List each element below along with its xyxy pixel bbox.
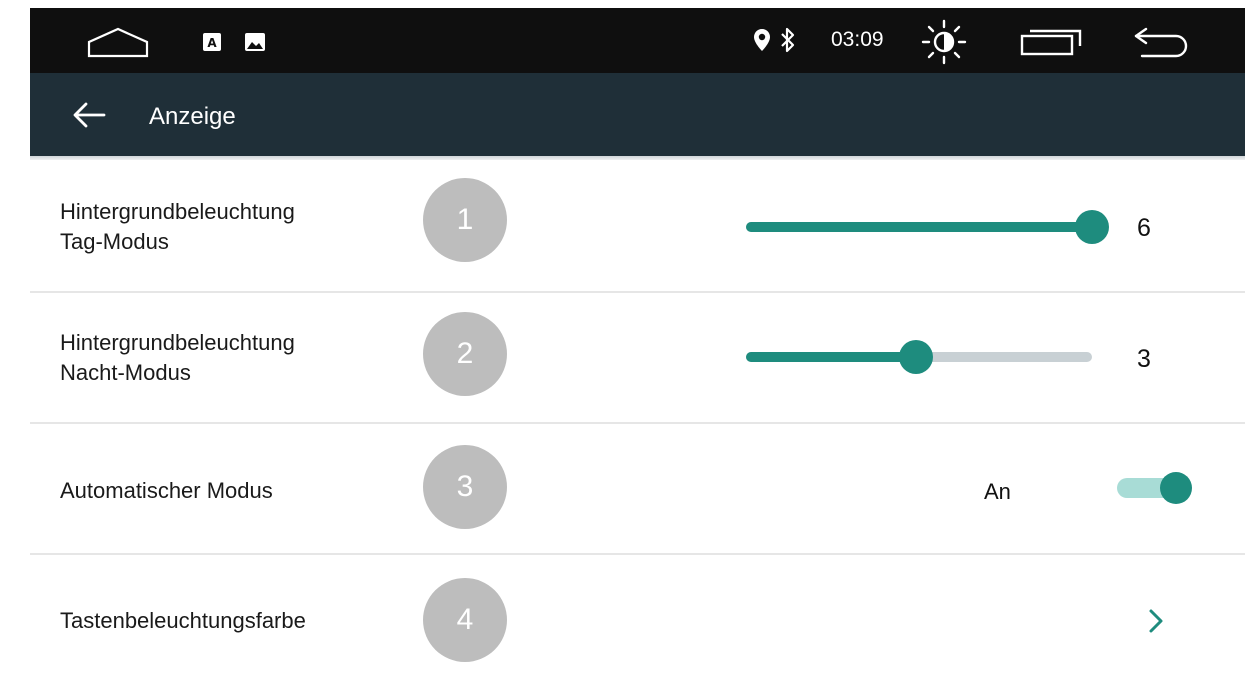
auto-mode-state: An (984, 479, 1011, 504)
night-backlight-slider[interactable] (746, 340, 1092, 374)
number-badge: 2 (423, 312, 507, 396)
gallery-icon (245, 33, 265, 51)
location-icon (754, 29, 770, 51)
return-icon[interactable] (1132, 26, 1192, 58)
night-backlight-value: 3 (1137, 345, 1151, 373)
slider-thumb[interactable] (1075, 210, 1109, 244)
slider-thumb[interactable] (898, 340, 933, 374)
slider-fill (746, 352, 916, 362)
toolbar: Anzeige (30, 73, 1245, 156)
number-badge: 3 (423, 445, 507, 529)
auto-mode-toggle-thumb[interactable] (1160, 472, 1192, 504)
divider (30, 422, 1245, 424)
day-backlight-slider[interactable] (746, 210, 1109, 244)
setting-label-auto-mode: Automatischer Modus (60, 478, 273, 503)
slider-fill (746, 222, 1092, 232)
bluetooth-icon (781, 27, 795, 53)
number-badge: 4 (423, 578, 507, 662)
setting-label-day-backlight: Hintergrundbeleuchtung Tag-Modus (60, 199, 295, 254)
svg-text:A: A (207, 36, 217, 50)
divider (30, 291, 1245, 293)
day-backlight-value: 6 (1137, 214, 1151, 242)
brightness-icon[interactable] (921, 19, 967, 65)
back-arrow-icon[interactable] (72, 101, 106, 129)
status-bar: A 03:09 (30, 8, 1245, 73)
clock: 03:09 (831, 28, 884, 51)
recent-apps-icon[interactable] (1019, 27, 1083, 57)
keyboard-a-icon: A (203, 33, 221, 51)
page-title: Anzeige (149, 103, 236, 130)
number-badge: 1 (423, 178, 507, 262)
setting-label-night-backlight: Hintergrundbeleuchtung Nacht-Modus (60, 330, 295, 385)
home-icon[interactable] (86, 26, 150, 58)
chevron-right-icon[interactable] (1145, 607, 1167, 635)
setting-label-key-light-color[interactable]: Tastenbeleuchtungsfarbe (60, 606, 306, 636)
divider (30, 553, 1245, 555)
